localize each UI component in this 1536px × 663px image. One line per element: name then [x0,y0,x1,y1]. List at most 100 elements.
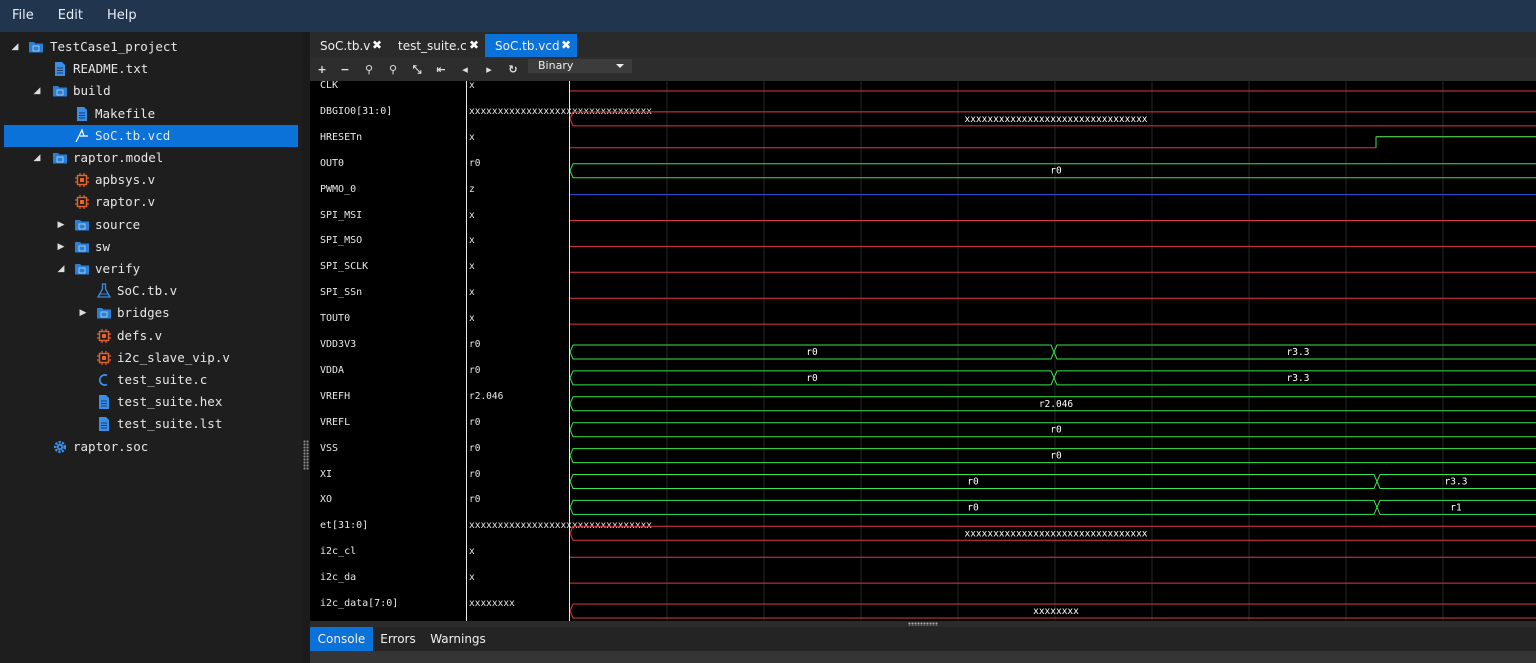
splitter-grip-icon[interactable] [303,440,309,470]
signal-value: r0 [469,416,481,428]
tree-item[interactable]: ▶ sw [4,236,298,258]
signal-name[interactable]: VDD3V3 [320,339,356,350]
goto-start-icon[interactable]: ⇤ [434,63,448,77]
chip-icon [96,350,112,366]
signal-name[interactable]: et[31:0] [320,520,368,531]
tree-item[interactable]: ▶ source [4,214,298,236]
wave-label-xi-b: r3.3 [1445,477,1468,488]
sidebar-splitter[interactable] [302,32,310,663]
signal-value: x [469,546,475,558]
tab-soc-tb-vcd[interactable]: SoC.tb.vcd ✖ [485,34,577,57]
close-icon[interactable]: ✖ [561,38,571,52]
tree-item[interactable]: ◢ build [4,80,298,102]
collapse-arrow-icon[interactable]: ▶ [56,242,66,252]
column-divider[interactable] [466,81,467,621]
tree-item[interactable]: ▶ bridges [4,302,298,324]
tree-item[interactable]: raptor.v [4,191,298,213]
signal-name[interactable]: i2c_da [320,572,356,583]
wave-label-vdda-b: r3.3 [1287,373,1310,384]
folder-icon [52,83,68,99]
wave-label-vss: r0 [1050,451,1062,462]
expand-arrow-icon[interactable]: ◢ [32,86,42,96]
tab-warnings[interactable]: Warnings [423,627,493,651]
gear-icon [52,439,68,455]
tab-errors[interactable]: Errors [373,627,423,651]
tree-item[interactable]: SoC.tb.vcd [4,124,298,147]
signal-name[interactable]: PWMO_0 [320,184,356,195]
signal-name[interactable]: OUT0 [320,158,344,169]
signal-name[interactable]: SPI_MSO [320,235,362,246]
close-icon[interactable]: ✖ [372,38,382,52]
expand-arrow-icon[interactable]: ◢ [56,264,66,274]
console-output[interactable] [310,651,1536,663]
close-icon[interactable]: ✖ [469,38,479,52]
wave-label-vrefl: r0 [1050,425,1062,436]
signal-name[interactable]: DBGIO0[31:0] [320,106,392,117]
expand-arrow-icon[interactable]: ◢ [10,42,20,52]
signal-name[interactable]: i2c_data[7:0] [320,598,398,609]
tree-item-label: Makefile [95,105,156,121]
signal-name[interactable]: SPI_MSI [320,210,362,221]
splitter-grip-icon[interactable] [908,622,938,626]
signal-name[interactable]: TOUT0 [320,313,350,324]
zoom-fit-icon[interactable]: ⚲ [362,63,376,77]
signal-name[interactable]: VREFL [320,417,350,428]
folder-icon [74,217,90,233]
radix-select[interactable]: Binary [528,59,632,73]
zoom-in-icon[interactable]: + [315,63,329,77]
refresh-icon[interactable]: ↻ [506,63,520,77]
tree-item[interactable]: Makefile [4,103,298,125]
menu-bar: File Edit Help [0,0,1536,32]
collapse-arrow-icon[interactable]: ▶ [78,308,88,318]
fullscreen-icon[interactable]: ⤡ [410,63,424,77]
tree-item-label: raptor.v [95,194,156,210]
tree-item[interactable]: README.txt [4,58,298,80]
tree-item-label: apbsys.v [95,172,156,188]
wave-label-vdd3v3-b: r3.3 [1287,347,1310,358]
tab-soc-tb-v[interactable]: SoC.tb.v ✖ [310,34,388,57]
tree-item-label: build [73,83,111,99]
prev-icon[interactable]: ◂ [458,63,472,77]
tree-item[interactable]: ◢ raptor.model [4,147,298,169]
collapse-arrow-icon[interactable]: ▶ [56,220,66,230]
signal-name[interactable]: CLK [320,81,338,91]
menu-edit[interactable]: Edit [46,0,95,32]
menu-file[interactable]: File [0,0,46,32]
tree-item[interactable]: ◢ verify [4,258,298,280]
waveform-viewer[interactable]: CLK DBGIO0[31:0] HRESETn OUT0 PWMO_0 SPI_MSI S… [310,81,1536,621]
tree-item[interactable]: apbsys.v [4,169,298,191]
signal-name[interactable]: XI [320,469,332,480]
tree-item[interactable]: i2c_slave_vip.v [4,347,298,369]
waveform-canvas[interactable]: xxxxxxxxxxxxxxxxxxxxxxxxxxxxxxxx r0 r0 r3.3… [570,81,1536,621]
signal-name[interactable]: VREFH [320,391,350,402]
signal-name[interactable]: XO [320,494,332,505]
wave-label-et: xxxxxxxxxxxxxxxxxxxxxxxxxxxxxxxx [964,528,1147,539]
signal-name[interactable]: SPI_SCLK [320,261,368,272]
signal-values-column: x xxxxxxxxxxxxxxxxxxxxxxxxxxxxxxxx x r0 z x x x… [467,81,652,621]
tree-item[interactable]: test_suite.lst [4,413,298,435]
next-icon[interactable]: ▸ [482,63,496,77]
expand-arrow-icon[interactable]: ◢ [32,153,42,163]
folder-icon [74,261,90,277]
tree-item-label: TestCase1_project [50,39,178,54]
tree-item[interactable]: SoC.tb.v [4,280,298,302]
wave-xo [570,499,1536,515]
signal-value: r0 [469,442,481,454]
signal-name[interactable]: i2c_cl [320,546,356,557]
signal-name[interactable]: SPI_SSn [320,287,362,298]
signal-value: x [469,81,475,91]
signal-name[interactable]: VDDA [320,365,344,376]
zoom-out-icon[interactable]: − [338,63,352,77]
tree-item[interactable]: test_suite.hex [4,391,298,413]
tree-item[interactable]: test_suite.c [4,369,298,391]
tab-console[interactable]: Console [310,627,373,651]
tree-item[interactable]: ◢ TestCase1_project [4,36,298,58]
tree-item[interactable]: raptor.soc [4,436,298,458]
signal-name[interactable]: HRESETn [320,132,362,143]
zoom-area-icon[interactable]: ⚲ [386,63,400,77]
tree-item[interactable]: defs.v [4,325,298,347]
tree-item-label: test_suite.lst [117,416,223,432]
tab-test-suite-c[interactable]: test_suite.c ✖ [388,34,485,57]
signal-name[interactable]: VSS [320,443,338,454]
menu-help[interactable]: Help [95,0,149,32]
